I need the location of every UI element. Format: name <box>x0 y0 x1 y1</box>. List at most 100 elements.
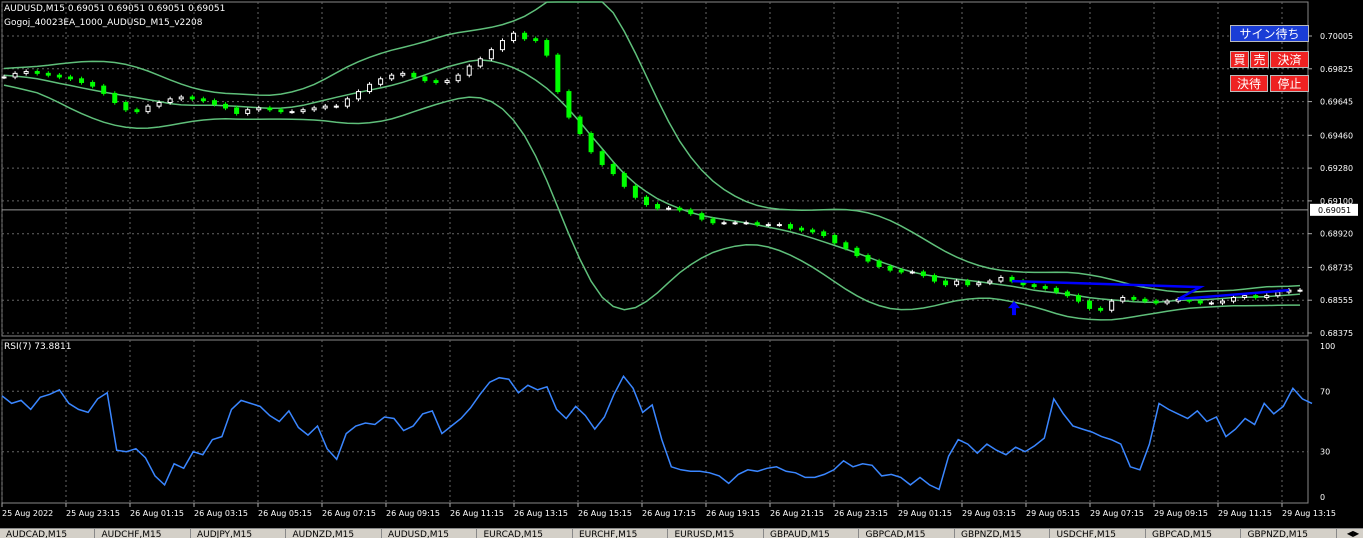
time-tick-label: 26 Aug 11:15 <box>450 509 504 518</box>
time-tick-label: 29 Aug 11:15 <box>1218 509 1272 518</box>
candle-body <box>876 260 882 267</box>
candle-body <box>865 255 871 262</box>
candle-body <box>488 49 494 60</box>
candle-body <box>1275 291 1281 297</box>
candle-body <box>1253 295 1259 298</box>
candle-body <box>1153 300 1159 304</box>
bollinger-bands <box>3 1 1301 321</box>
rsi-line <box>1 374 1313 491</box>
stop-button[interactable]: 停止 <box>1270 75 1309 92</box>
candle-body <box>643 196 649 206</box>
candle-body <box>1231 296 1237 302</box>
current-price-label: 0.69051 <box>1318 206 1351 215</box>
rsi-tick-label: 30 <box>1320 448 1330 457</box>
candle-body <box>34 71 40 74</box>
candle-body <box>1075 295 1081 302</box>
chart-canvas[interactable]: 0.700050.698250.696450.694600.692800.691… <box>0 0 1363 528</box>
candle-body <box>998 276 1004 282</box>
time-tick-label: 29 Aug 09:15 <box>1154 509 1208 518</box>
buy-button[interactable]: 買 <box>1230 51 1249 68</box>
rsi-series-line <box>1 374 1313 491</box>
rsi-tick-label: 100 <box>1320 342 1335 351</box>
time-tick-label: 26 Aug 21:15 <box>770 509 824 518</box>
candle-body <box>466 65 472 76</box>
candle-body <box>821 231 827 237</box>
candle-body <box>389 74 395 80</box>
candle-body <box>333 105 339 108</box>
settle-wait-button[interactable]: 決待 <box>1230 75 1268 92</box>
trendline-path <box>1011 279 1290 301</box>
candle-body <box>378 78 384 85</box>
sign-wait-button[interactable]: サイン待ち <box>1230 25 1309 42</box>
candle-body <box>123 102 129 111</box>
price-tick-label: 0.69825 <box>1320 65 1353 74</box>
candle-body <box>422 76 428 82</box>
candle-body <box>1164 300 1170 304</box>
candle-body <box>1120 296 1126 302</box>
settle-button[interactable]: 決済 <box>1270 51 1309 68</box>
time-tick-label: 26 Aug 05:15 <box>258 509 312 518</box>
time-tick-label: 26 Aug 19:15 <box>706 509 760 518</box>
candle-body <box>610 163 616 175</box>
candle-body <box>511 32 517 42</box>
candle-body <box>987 280 993 284</box>
candle-body <box>45 72 51 76</box>
candle-body <box>799 227 805 231</box>
price-tick-label: 0.69280 <box>1320 164 1353 173</box>
candle-body <box>566 91 572 118</box>
rsi-tick-label: 0 <box>1320 493 1325 502</box>
ea-name: Gogoj_40023EA_1000_AUDUSD_M15_v2208 <box>4 18 203 28</box>
candle-body <box>754 222 760 226</box>
band-middle <box>3 59 1301 303</box>
candle-body <box>156 102 162 107</box>
candle-body <box>1197 300 1203 304</box>
symbol-info: AUDUSD,M15 0.69051 0.69051 0.69051 0.690… <box>4 4 226 14</box>
candle-body <box>234 107 240 114</box>
candle-body <box>1208 302 1214 305</box>
time-tick-label: 29 Aug 01:15 <box>898 509 952 518</box>
candle-body <box>90 81 96 87</box>
sell-button[interactable]: 売 <box>1250 51 1269 68</box>
candle-body <box>1264 295 1270 298</box>
candle-body <box>976 282 982 286</box>
candle-body <box>655 204 661 209</box>
price-tick-label: 0.68555 <box>1320 296 1353 305</box>
candle-body <box>400 72 406 76</box>
candle-body <box>56 74 62 78</box>
candle-body <box>134 109 140 113</box>
candle-body <box>677 207 683 211</box>
candle-body <box>223 103 229 109</box>
time-tick-label: 26 Aug 17:15 <box>642 509 696 518</box>
candle-body <box>544 40 550 56</box>
candle-body <box>211 100 217 105</box>
time-axis: 25 Aug 2022 25 Aug 23:15 26 Aug 01:15 26 Au… <box>1 503 1336 518</box>
candle-body <box>1186 298 1192 302</box>
candle-body <box>832 235 838 244</box>
candle-body <box>732 222 738 225</box>
candle-body <box>1109 300 1115 311</box>
candle-body <box>787 224 793 229</box>
price-axis: 0.700050.698250.696450.694600.692800.691… <box>1308 32 1358 338</box>
candle-body <box>300 109 306 113</box>
candle-body <box>898 269 904 273</box>
candle-body <box>267 107 273 111</box>
candle-body <box>588 132 594 153</box>
rsi-axis: 100 70 30 0 <box>1320 342 1335 502</box>
candle-body <box>289 111 295 114</box>
rsi-tick-label: 70 <box>1320 387 1330 396</box>
time-tick-label: 26 Aug 23:15 <box>834 509 888 518</box>
candle-body <box>112 92 118 104</box>
rsi-pane-frame <box>1 339 1309 504</box>
candle-body <box>621 173 627 187</box>
candle-body <box>311 107 317 111</box>
candle-body <box>710 218 716 224</box>
candle-body <box>931 275 937 282</box>
main-pane-frame <box>1 1 1309 337</box>
band-upper <box>3 1 1301 293</box>
trendline[interactable] <box>1008 279 1290 316</box>
candle-body <box>1087 300 1093 309</box>
candle-body <box>23 71 29 74</box>
candle-body <box>433 80 439 83</box>
candle-body <box>854 247 860 257</box>
candle-body <box>145 105 151 113</box>
